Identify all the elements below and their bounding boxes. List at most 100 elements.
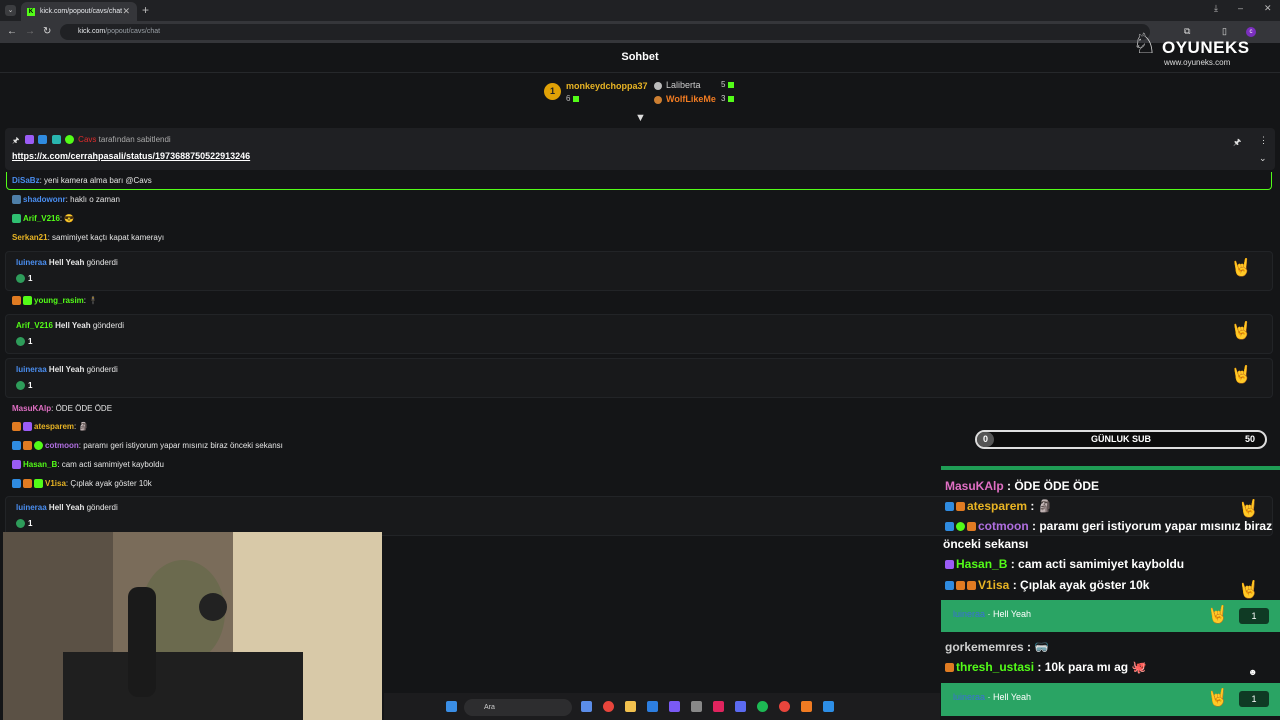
user-badge-icon [956, 581, 965, 591]
url-field[interactable]: kick.com/popout/cavs/chat [60, 24, 1150, 40]
gift-count-icon [16, 337, 25, 347]
chrome-icon[interactable] [603, 701, 614, 712]
browser-tab-bar: ⌄ K kick.com/popout/cavs/chat ✕ + ⤓ – ✕ [0, 0, 1280, 21]
rock-hand-icon: 🤘 [1230, 321, 1252, 340]
close-window-button[interactable]: ✕ [1264, 3, 1272, 14]
sub-badge-icon [23, 296, 32, 306]
user-badge-icon [956, 502, 965, 512]
chrome-icon[interactable] [779, 701, 790, 712]
pinned-link[interactable]: https://x.com/cerrahpasali/status/197368… [12, 151, 250, 161]
user-badge-icon [12, 296, 21, 306]
url-path: /popout/cavs/chat [105, 28, 161, 35]
overlay-chat-message: thresh_ustasi : 10k para mı ag 🐙 [945, 660, 1146, 674]
chat-header: Sohbet [0, 43, 1280, 73]
chat-title: Sohbet [621, 51, 659, 63]
user-badge-icon [945, 560, 954, 570]
copilot-icon[interactable] [581, 701, 592, 712]
overlay-chat-message: cotmoon : paramı geri istiyorum yapar mı… [945, 519, 1272, 533]
more-options-icon[interactable]: ⋮ [1259, 135, 1268, 146]
chat-message: Serkan21: samimiyet kaçtı kapat kamerayı [12, 233, 165, 242]
kick-favicon-icon: K [27, 7, 35, 16]
emote-icon: 🥽 [1034, 640, 1050, 654]
leader-count-1: 6 [566, 94, 580, 103]
overlay-gift-message: luineraa · Hell Yeah 🤘 1 [941, 683, 1280, 716]
gift-count-badge: 1 [1239, 691, 1269, 707]
spotify-icon[interactable] [757, 701, 768, 712]
chat-message: Hasan_B: cam acti samimiyet kayboldu [12, 460, 164, 470]
kick-coin-icon [728, 95, 735, 102]
verified-badge-icon [34, 441, 43, 451]
overlay-chat-message: Hasan_B : cam acti samimiyet kayboldu [945, 557, 1184, 571]
kick-coin-icon [573, 95, 580, 102]
pin-icon: 🖈 [12, 136, 20, 146]
daily-sub-goal-bar: 0 GÜNLUK SUB 50 [975, 430, 1267, 449]
pinned-by-text: tarafından sabitlendi [98, 135, 171, 144]
app-icon[interactable] [801, 701, 812, 712]
unpin-icon[interactable]: 🖈 [1233, 135, 1241, 151]
silver-medal-icon [654, 81, 662, 90]
app-icon[interactable] [823, 701, 834, 712]
emote-icon: 🕴 [88, 296, 99, 305]
forward-button[interactable]: → [25, 26, 35, 37]
rock-hand-icon: 🤘 [1230, 258, 1252, 277]
vip-badge-icon [51, 135, 61, 145]
moderator-badge-icon [945, 522, 954, 532]
app-icon[interactable] [691, 701, 702, 712]
sub-goal-label: GÜNLUK SUB [1091, 434, 1151, 444]
leader-count-2: 5 [721, 80, 735, 89]
leader-name-3[interactable]: WolfLikeMe [654, 94, 716, 104]
expand-leaderboard-icon[interactable]: ▼ [635, 112, 646, 124]
edge-icon[interactable] [647, 701, 658, 712]
scroll-down-icon[interactable]: ☻ [1248, 667, 1257, 677]
chat-message: young_rasim: 🕴 [12, 296, 99, 306]
minimize-button[interactable]: – [1238, 3, 1243, 13]
user-badge-icon [967, 522, 976, 532]
chat-message: V1isa: Çıplak ayak göster 10k [12, 479, 152, 489]
verified-badge-icon [956, 522, 965, 532]
sub-badge-icon [23, 422, 32, 432]
sub-badge-icon [34, 479, 43, 489]
leader-name-2[interactable]: Laliberta [654, 80, 701, 90]
pinned-meta: 🖈 Cavs tarafından sabitlendi [12, 135, 171, 146]
file-explorer-icon[interactable] [625, 701, 636, 712]
overlay-chat-message: atesparem : 🗿 [945, 499, 1053, 513]
chevron-down-icon[interactable]: ⌄ [1259, 153, 1267, 164]
close-tab-icon[interactable]: ✕ [122, 6, 130, 17]
gift-message: Arif_V216 Hell Yeah gönderdi 1 🤘 [5, 314, 1273, 354]
rank-medal-icon: 1 [544, 83, 561, 100]
leader-name-1[interactable]: monkeydchoppa37 [566, 81, 648, 91]
teams-icon[interactable] [669, 701, 680, 712]
tab-title: kick.com/popout/cavs/chat [40, 8, 123, 15]
bronze-medal-icon [654, 95, 662, 104]
download-icon[interactable]: ⤓ [1214, 3, 1218, 14]
overlay-chat-message: gorkememres : 🥽 [945, 640, 1050, 654]
back-button[interactable]: ← [7, 26, 17, 37]
chat-message: Arif_V216: 😎 [12, 214, 74, 224]
browser-tab[interactable]: K kick.com/popout/cavs/chat ✕ [21, 2, 137, 21]
verified-badge-icon [64, 135, 74, 145]
gift-count-icon [16, 381, 25, 391]
chat-message: cotmoon: paramı geri istiyorum yapar mıs… [12, 441, 283, 451]
app-icon[interactable] [713, 701, 724, 712]
tab-search-button[interactable]: ⌄ [5, 5, 16, 16]
rock-hand-icon: 🤘 [1238, 580, 1260, 599]
gift-count-icon [16, 519, 25, 529]
streamer-webcam-image [3, 532, 382, 720]
discord-icon[interactable] [735, 701, 746, 712]
new-tab-button[interactable]: + [142, 3, 149, 17]
chat-message: atesparem: 🗿 [12, 422, 88, 432]
highlighted-message [6, 172, 1272, 190]
reload-button[interactable]: ↻ [43, 26, 51, 37]
moderator-badge-icon [12, 441, 21, 451]
pinned-message: 🖈 Cavs tarafından sabitlendi https://x.c… [5, 128, 1275, 170]
overlay-chat-message: V1isa : Çıplak ayak göster 10k [945, 578, 1149, 592]
gift-message: luineraa Hell Yeah gönderdi 1 🤘 [5, 251, 1273, 291]
rock-hand-icon: 🤘 [1207, 688, 1229, 707]
kick-coin-icon [728, 81, 735, 88]
taskbar-search[interactable]: Ara [464, 699, 572, 716]
start-menu-icon[interactable] [446, 701, 457, 712]
user-badge-icon [23, 479, 32, 489]
rock-hand-icon: 🤘 [1238, 499, 1260, 518]
pinned-by-user[interactable]: Cavs [78, 135, 96, 144]
overlay-chat-message: MasuKAlp : ÖDE ÖDE ÖDE [945, 479, 1100, 493]
